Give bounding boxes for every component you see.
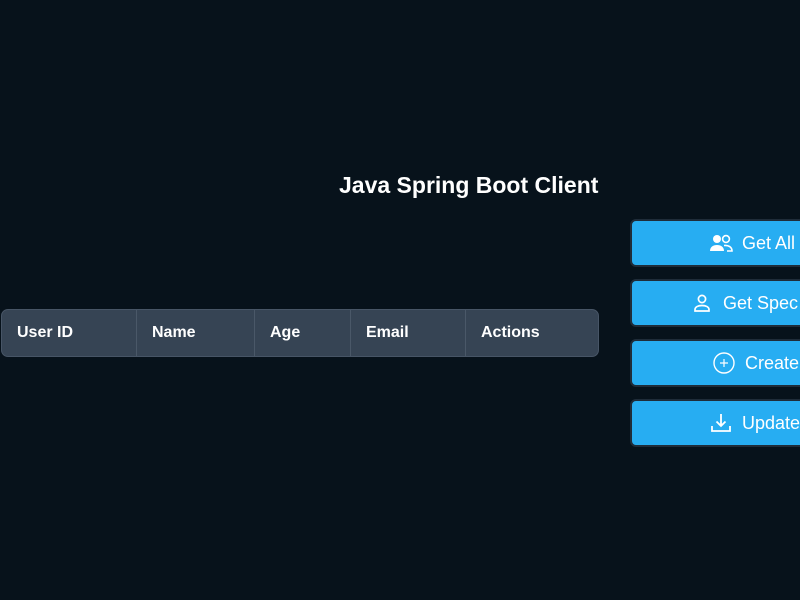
app-page: Java Spring Boot Client User ID Name Age… — [0, 0, 800, 600]
table-header-row: User ID Name Age Email Actions — [2, 310, 598, 356]
get-specific-button[interactable]: Get Spec — [630, 279, 800, 327]
users-icon — [708, 230, 734, 256]
get-all-label: Get All — [742, 232, 796, 253]
update-button[interactable]: Update — [630, 399, 800, 447]
column-header-email[interactable]: Email — [350, 310, 466, 356]
column-header-name[interactable]: Name — [136, 310, 255, 356]
update-label: Update — [742, 412, 800, 433]
users-table: User ID Name Age Email Actions — [1, 309, 599, 357]
action-buttons: Get All Get Spec Create Update — [630, 219, 800, 459]
user-icon — [689, 290, 715, 316]
column-header-age[interactable]: Age — [254, 310, 351, 356]
get-all-button[interactable]: Get All — [630, 219, 800, 267]
create-button[interactable]: Create — [630, 339, 800, 387]
page-title: Java Spring Boot Client — [339, 172, 599, 198]
plus-circle-icon — [711, 350, 737, 376]
download-icon — [708, 410, 734, 436]
column-header-user-id[interactable]: User ID — [2, 310, 137, 356]
create-label: Create — [745, 352, 800, 373]
column-header-actions[interactable]: Actions — [466, 310, 599, 356]
get-specific-label: Get Spec — [723, 292, 799, 313]
